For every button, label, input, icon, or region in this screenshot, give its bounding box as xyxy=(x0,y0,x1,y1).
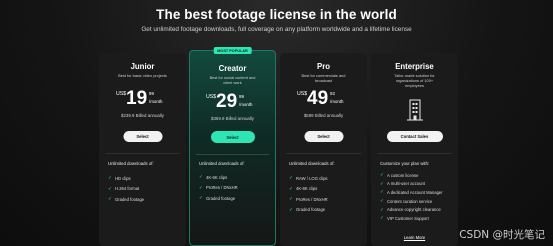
hero-title: The best footage license in the world xyxy=(156,7,397,22)
hero-subtitle: Get unlimited footage downloads, full co… xyxy=(141,26,412,33)
currency: US$ xyxy=(297,91,308,97)
divider xyxy=(286,153,361,154)
plan-description: Best for commercials and broadcast xyxy=(301,73,346,83)
plan-card-junior: Junior Best for basic video projects US$… xyxy=(99,53,186,246)
billed-annually: $599 Billed annually xyxy=(303,113,344,118)
billed-annually: $359.9 Billed annually xyxy=(211,116,254,121)
check-icon: ✓ xyxy=(289,196,293,202)
feature-list: ✓ 4K-6K clips ✓ ProRes / DNxHR ✓ Graded foo… xyxy=(199,172,238,204)
check-icon: ✓ xyxy=(380,206,384,212)
select-junior-button[interactable]: Select xyxy=(123,131,162,142)
feature-list: ✓ A custom license ✓ A multi-user account … xyxy=(380,171,443,223)
check-icon: ✓ xyxy=(199,174,203,180)
check-icon: ✓ xyxy=(289,185,293,191)
price-cents: 99 xyxy=(149,91,154,96)
check-icon: ✓ xyxy=(289,206,293,212)
list-item: ✓ ProRes / DNxHR xyxy=(199,184,238,191)
plan-description: Tailor-made solution for organizations o… xyxy=(394,73,435,88)
learn-more-link[interactable]: Learn More xyxy=(404,235,425,240)
plan-card-pro: Pro Best for commercials and broadcast U… xyxy=(280,53,367,246)
divider xyxy=(105,153,180,154)
select-pro-button[interactable]: Select xyxy=(304,131,343,142)
price-amount: 49 xyxy=(307,88,329,109)
list-item: ✓ HD clips xyxy=(108,175,131,181)
price-period: /month xyxy=(149,99,163,104)
plan-name: Creator xyxy=(218,64,247,73)
list-item: ✓ Graded footage xyxy=(108,196,145,202)
list-item: ✓ Graded footage xyxy=(199,195,236,201)
plan-description: Best for social content and client work xyxy=(209,75,256,85)
list-item: ✓ H.264 format xyxy=(108,185,140,192)
plan-description: Best for basic video projects xyxy=(118,73,167,78)
feature-list: ✓ RAW / LOG clips ✓ 4K-8K clips ✓ ProRes / … xyxy=(289,173,328,215)
features-heading: Unlimited downloads of: xyxy=(108,161,154,166)
select-creator-button[interactable]: Select xyxy=(210,131,255,143)
check-icon: ✓ xyxy=(108,175,112,181)
plan-name: Enterprise xyxy=(395,62,434,71)
price-amount: 29 xyxy=(216,91,238,112)
price-period: /month xyxy=(330,99,344,104)
list-item: ✓ A dedicated Account Manager xyxy=(380,189,443,195)
contact-sales-button[interactable]: Contact Sales xyxy=(386,131,443,142)
features-heading: Customize your plan with: xyxy=(380,161,430,166)
currency: US$ xyxy=(116,91,127,97)
price: US$ 19 99 /month xyxy=(99,89,186,111)
list-item: ✓ VIP Customer Support xyxy=(380,215,429,221)
list-item: ✓ A custom license xyxy=(380,172,419,178)
check-icon: ✓ xyxy=(380,198,384,204)
price-cents: 92 xyxy=(330,91,335,96)
check-icon: ✓ xyxy=(108,185,112,191)
check-icon: ✓ xyxy=(380,172,384,178)
divider xyxy=(196,154,269,155)
check-icon: ✓ xyxy=(380,189,384,195)
plan-card-enterprise: Enterprise Tailor-made solution for orga… xyxy=(371,53,458,246)
check-icon: ✓ xyxy=(199,184,203,190)
price-cents: 99 xyxy=(239,94,244,99)
check-icon: ✓ xyxy=(289,175,293,181)
list-item: ✓ RAW / LOG clips xyxy=(289,175,328,181)
plan-card-creator: MOST POPULAR Creator Best for social con… xyxy=(189,47,276,246)
currency: US$ xyxy=(206,94,217,100)
list-item: ✓ 4K-6K clips xyxy=(199,174,228,180)
check-icon: ✓ xyxy=(380,180,384,186)
building-icon xyxy=(406,99,423,121)
list-item: ✓ 4K-8K clips xyxy=(289,185,318,192)
price: US$ 29 99 /month xyxy=(190,92,275,114)
plan-name: Junior xyxy=(130,62,155,71)
features-heading: Unlimited downloads of: xyxy=(199,161,245,166)
watermark: CSDN @时光笔记 xyxy=(459,229,545,241)
price: US$ 49 92 /month xyxy=(280,89,367,111)
most-popular-badge: MOST POPULAR xyxy=(213,47,252,54)
feature-list: ✓ HD clips ✓ H.264 format ✓ Graded footage xyxy=(108,173,144,205)
list-item: ✓ ProRes / DNxHR xyxy=(289,196,328,202)
check-icon: ✓ xyxy=(108,196,112,202)
plan-name: Pro xyxy=(317,62,330,71)
check-icon: ✓ xyxy=(380,215,384,221)
price-period: /month xyxy=(239,102,253,107)
list-item: ✓ Advance copyright clearance xyxy=(380,206,441,213)
price-amount: 19 xyxy=(126,88,148,109)
list-item: ✓ Content curation service xyxy=(380,198,433,204)
list-item: ✓ A multi-user account xyxy=(380,180,425,187)
billed-annually: $239.9 Billed annually xyxy=(121,113,164,118)
features-heading: Unlimited downloads of: xyxy=(289,161,335,166)
divider xyxy=(377,153,452,154)
list-item: ✓ Graded footage xyxy=(289,206,326,213)
check-icon: ✓ xyxy=(199,195,203,201)
